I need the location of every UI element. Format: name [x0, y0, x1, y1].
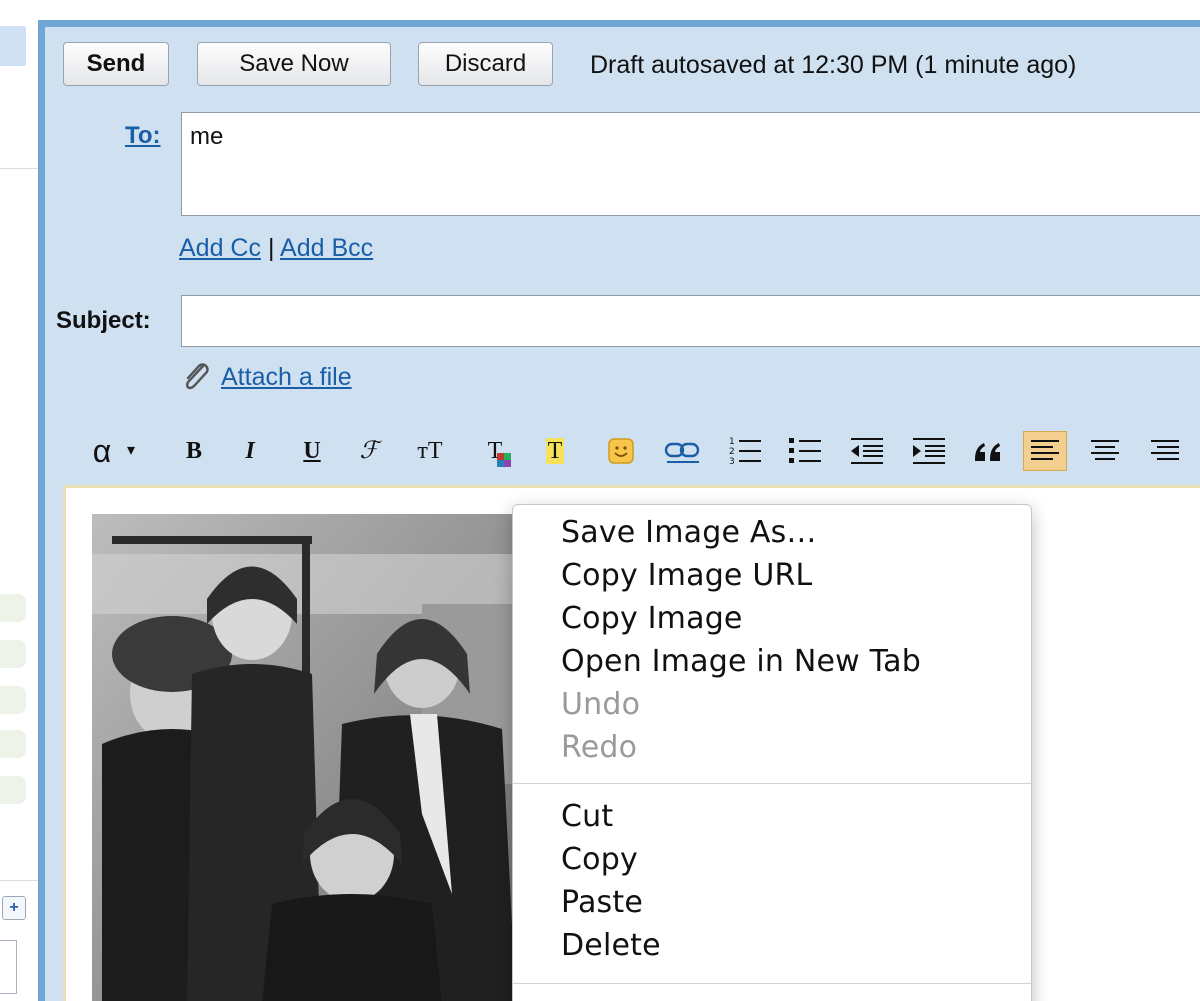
menu-separator [513, 983, 1031, 984]
discard-button[interactable]: Discard [418, 42, 553, 86]
bold-icon[interactable]: B [179, 431, 209, 471]
paperclip-icon [186, 363, 209, 390]
cc-bcc-row: Add Cc | Add Bcc [179, 234, 373, 263]
sidebar-label-item[interactable] [0, 640, 26, 668]
align-left-icon[interactable] [1023, 431, 1067, 471]
sidebar-selected-item[interactable] [0, 26, 26, 66]
menu-item-undo: Undo [561, 687, 641, 722]
menu-item-redo: Redo [561, 730, 638, 765]
add-icon[interactable]: + [2, 896, 26, 920]
cc-separator: | [267, 234, 275, 262]
sidebar-label-item[interactable] [0, 776, 26, 804]
link-icon[interactable] [661, 431, 705, 471]
text-color-icon[interactable]: T [475, 431, 515, 471]
menu-item-copy-image-url[interactable]: Copy Image URL [561, 558, 812, 593]
menu-item-copy-image[interactable]: Copy Image [561, 601, 743, 636]
font-style-icon[interactable]: α [85, 431, 119, 471]
highlight-icon[interactable]: T [535, 431, 575, 471]
sidebar-label-item[interactable] [0, 730, 26, 758]
numbered-list-icon[interactable]: 1 2 3 [725, 431, 765, 471]
color-swatch-icon [497, 453, 511, 467]
text-size-icon[interactable]: тT [407, 431, 453, 471]
formatting-toolbar: α ▾ B I U ℱ тT T T 1 2 3 [45, 427, 1200, 477]
font-icon[interactable]: ℱ [349, 431, 389, 471]
menu-separator [513, 783, 1031, 784]
menu-item-cut[interactable]: Cut [561, 799, 613, 834]
align-center-icon[interactable] [1085, 431, 1125, 471]
add-cc-link[interactable]: Add Cc [179, 234, 261, 262]
to-field[interactable]: me [181, 112, 1200, 216]
save-now-button[interactable]: Save Now [197, 42, 391, 86]
italic-icon[interactable]: I [235, 431, 265, 471]
sidebar-divider [0, 168, 38, 169]
underline-icon[interactable]: U [297, 431, 327, 471]
outdent-icon[interactable] [847, 431, 887, 471]
svg-text:1: 1 [729, 437, 735, 447]
align-right-icon[interactable] [1145, 431, 1185, 471]
indent-icon[interactable] [909, 431, 949, 471]
chevron-down-icon[interactable]: ▾ [123, 431, 139, 471]
add-bcc-link[interactable]: Add Bcc [280, 234, 373, 262]
subject-label: Subject: [56, 307, 151, 334]
bulleted-list-icon[interactable] [785, 431, 825, 471]
to-link[interactable]: To: [125, 122, 161, 150]
left-sidebar: + [0, 0, 38, 1001]
sidebar-label-item[interactable] [0, 686, 26, 714]
menu-item-open-image-new-tab[interactable]: Open Image in New Tab [561, 644, 921, 679]
menu-item-paste[interactable]: Paste [561, 885, 643, 920]
highlight-glyph: T [545, 438, 565, 464]
sidebar-search-input[interactable] [0, 940, 17, 994]
image-context-menu: Save Image As… Copy Image URL Copy Image… [512, 504, 1032, 1001]
sidebar-label-item[interactable] [0, 594, 26, 622]
emoji-icon[interactable] [601, 431, 641, 471]
attach-row: Attach a file [179, 360, 352, 394]
autosave-status: Draft autosaved at 12:30 PM (1 minute ag… [590, 51, 1077, 79]
subject-input[interactable] [181, 295, 1200, 347]
svg-text:2: 2 [729, 447, 735, 457]
quote-icon[interactable] [969, 431, 1009, 471]
to-value: me [190, 123, 224, 150]
attach-file-link[interactable]: Attach a file [221, 363, 352, 392]
gmail-compose-window: + Send Save Now Discard Draft autosaved … [0, 0, 1200, 1001]
menu-item-copy[interactable]: Copy [561, 842, 638, 877]
inline-photo[interactable] [92, 514, 516, 1001]
sidebar-divider [0, 880, 38, 881]
menu-item-save-image-as[interactable]: Save Image As… [561, 515, 817, 550]
send-button[interactable]: Send [63, 42, 169, 86]
svg-text:3: 3 [729, 457, 735, 467]
menu-item-delete[interactable]: Delete [561, 928, 661, 963]
